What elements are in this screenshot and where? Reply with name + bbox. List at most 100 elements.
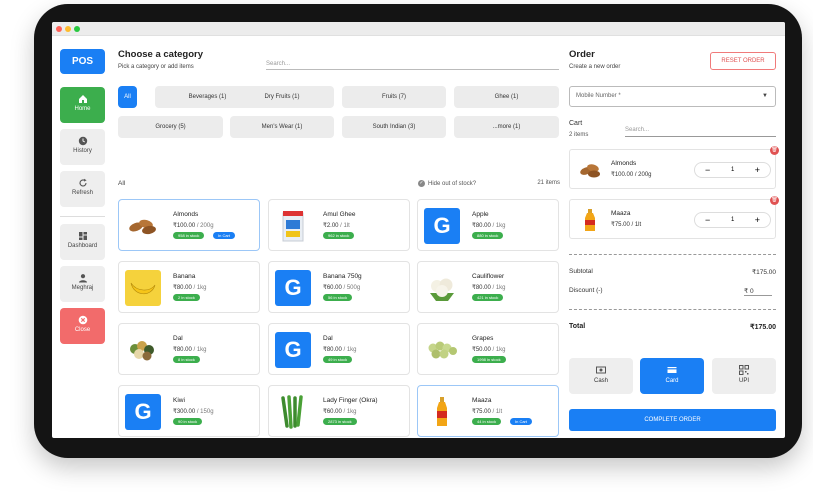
placeholder-image: G <box>275 332 311 368</box>
category-mens-wear[interactable]: Men's Wear (1) <box>230 116 334 138</box>
pay-cash-label: Cash <box>593 378 608 384</box>
product-card[interactable]: Cauliflower ₹80.00 / 1kg 421 in stock <box>417 261 559 313</box>
subtotal-row: Subtotal ₹175.00 <box>569 268 776 276</box>
sidebar-item-label: Meghraj <box>71 285 94 291</box>
sidebar-item-refresh[interactable]: Refresh <box>60 171 105 207</box>
product-price: ₹300.00 / 150g <box>173 409 214 415</box>
okra-image <box>275 394 311 430</box>
trash-icon[interactable]: 🗑 <box>770 196 779 205</box>
sidebar-item-history[interactable]: History <box>60 129 105 165</box>
close-circle-icon <box>78 315 87 325</box>
reset-order-button[interactable]: RESET ORDER <box>710 52 776 70</box>
product-card[interactable]: Almonds ₹100.00 / 200g 958 in stock In C… <box>118 199 260 251</box>
trash-icon[interactable]: 🗑 <box>770 146 779 155</box>
category-ghee[interactable]: Ghee (1) <box>454 86 559 108</box>
placeholder-image: G <box>275 270 311 306</box>
dal-image <box>125 332 161 368</box>
category-south-indian[interactable]: South Indian (3) <box>342 116 446 138</box>
sidebar-item-dashboard[interactable]: Dashboard <box>60 224 105 260</box>
pos-logo: POS <box>60 49 105 74</box>
cart-search-input[interactable]: Search... <box>625 127 776 137</box>
maaza-bottle-image <box>424 394 460 430</box>
category-all[interactable]: All <box>118 86 137 108</box>
sidebar-item-user[interactable]: Meghraj <box>60 266 105 302</box>
pay-upi-button[interactable]: UPI <box>712 358 776 394</box>
catalog-panel: Choose a category Pick a category or add… <box>118 36 560 438</box>
product-price: ₹80.00 / 1kg <box>173 285 207 291</box>
total-value: ₹175.00 <box>750 324 776 331</box>
stock-badge: 880 in stock <box>472 232 504 239</box>
product-price: ₹2.00 / 1lt <box>323 223 350 229</box>
window-titlebar <box>52 22 785 36</box>
sidebar-divider <box>60 216 105 217</box>
clock-icon <box>78 136 87 146</box>
order-title: Order <box>569 49 595 60</box>
quantity-stepper: − 1 + <box>694 162 771 178</box>
product-card[interactable]: Banana ₹80.00 / 1kg 2 in stock <box>118 261 260 313</box>
product-card[interactable]: G Banana 750g ₹60.00 / 500g 56 in stock <box>268 261 410 313</box>
category-dry-fruits[interactable]: Dry Fruits (1) <box>230 86 334 108</box>
banana-image <box>125 270 161 306</box>
divider <box>569 254 776 255</box>
window-close-dot[interactable] <box>56 26 62 32</box>
product-card[interactable]: Amul Ghee ₹2.00 / 1lt 962 in stock <box>268 199 410 251</box>
order-panel: Order Create a new order RESET ORDER Mob… <box>569 36 779 438</box>
cart-label: Cart <box>569 120 583 127</box>
product-card[interactable]: Grapes ₹50.00 / 1kg 1998 in stock <box>417 323 559 375</box>
complete-order-button[interactable]: COMPLETE ORDER <box>569 409 776 431</box>
pay-card-button[interactable]: Card <box>640 358 704 394</box>
stock-badge: 958 in stock <box>173 232 205 239</box>
category-fruits[interactable]: Fruits (7) <box>342 86 446 108</box>
refresh-icon <box>79 178 87 187</box>
discount-input[interactable]: ₹ 0 <box>744 287 772 296</box>
chevron-down-icon: ▼ <box>762 93 768 99</box>
page-title: Choose a category <box>118 49 203 60</box>
increase-quantity-button[interactable]: + <box>755 163 760 177</box>
subtotal-value: ₹175.00 <box>751 269 776 276</box>
product-card[interactable]: Lady Finger (Okra) ₹60.00 / 1kg 2873 in … <box>268 385 410 437</box>
product-card[interactable]: Maaza ₹75.00 / 1lt 44 in stock In Cart <box>417 385 559 437</box>
hide-out-of-stock-toggle[interactable]: ✓ Hide out of stock? <box>418 180 476 187</box>
product-name: Apple <box>472 211 489 218</box>
product-search-input[interactable]: Search... <box>266 58 559 70</box>
sidebar-item-home[interactable]: Home <box>60 87 105 123</box>
mobile-number-placeholder: Mobile Number * <box>576 93 621 99</box>
home-icon <box>78 95 87 103</box>
dashboard-icon <box>78 232 87 240</box>
sidebar-item-close[interactable]: Close <box>60 308 105 344</box>
product-price: ₹80.00 / 1kg <box>323 347 357 353</box>
product-card[interactable]: Dal ₹80.00 / 1kg 8 in stock <box>118 323 260 375</box>
product-price: ₹60.00 / 1kg <box>323 409 357 415</box>
product-name: Dal <box>173 335 183 342</box>
sidebar-item-label: Dashboard <box>67 243 98 249</box>
product-price: ₹80.00 / 1kg <box>472 223 506 229</box>
pay-cash-button[interactable]: Cash <box>569 358 633 394</box>
user-icon <box>78 274 87 283</box>
app-window: POS Home History Refresh Dashboard Meghr… <box>52 22 785 438</box>
category-more[interactable]: ...more (1) <box>454 116 559 138</box>
increase-quantity-button[interactable]: + <box>755 213 760 227</box>
mobile-number-select[interactable]: Mobile Number * ▼ <box>569 86 776 107</box>
stock-badge: 44 in stock <box>472 418 502 425</box>
in-cart-badge: In Cart <box>510 418 533 425</box>
stock-badge: 962 in stock <box>323 232 355 239</box>
category-grocery[interactable]: Grocery (5) <box>118 116 223 138</box>
product-price: ₹80.00 / 1kg <box>472 285 506 291</box>
total-row: Total ₹175.00 <box>569 323 776 331</box>
sidebar-item-label: History <box>73 148 92 154</box>
decrease-quantity-button[interactable]: − <box>705 163 710 177</box>
sidebar-item-label: Refresh <box>71 190 93 196</box>
order-subtitle: Create a new order <box>569 64 621 70</box>
window-minimize-dot[interactable] <box>65 26 71 32</box>
decrease-quantity-button[interactable]: − <box>705 213 710 227</box>
product-card[interactable]: G Apple ₹80.00 / 1kg 880 in stock <box>417 199 559 251</box>
quantity-stepper: − 1 + <box>694 212 771 228</box>
cart-item-name: Almonds <box>611 160 637 167</box>
stock-badge: 2 in stock <box>173 294 200 301</box>
product-card[interactable]: G Kiwi ₹300.00 / 150g 90 in stock <box>118 385 260 437</box>
product-card[interactable]: G Dal ₹80.00 / 1kg 49 in stock <box>268 323 410 375</box>
sidebar: POS Home History Refresh Dashboard Meghr… <box>52 36 112 438</box>
cauliflower-image <box>424 270 460 306</box>
window-maximize-dot[interactable] <box>74 26 80 32</box>
check-icon: ✓ <box>418 180 425 187</box>
